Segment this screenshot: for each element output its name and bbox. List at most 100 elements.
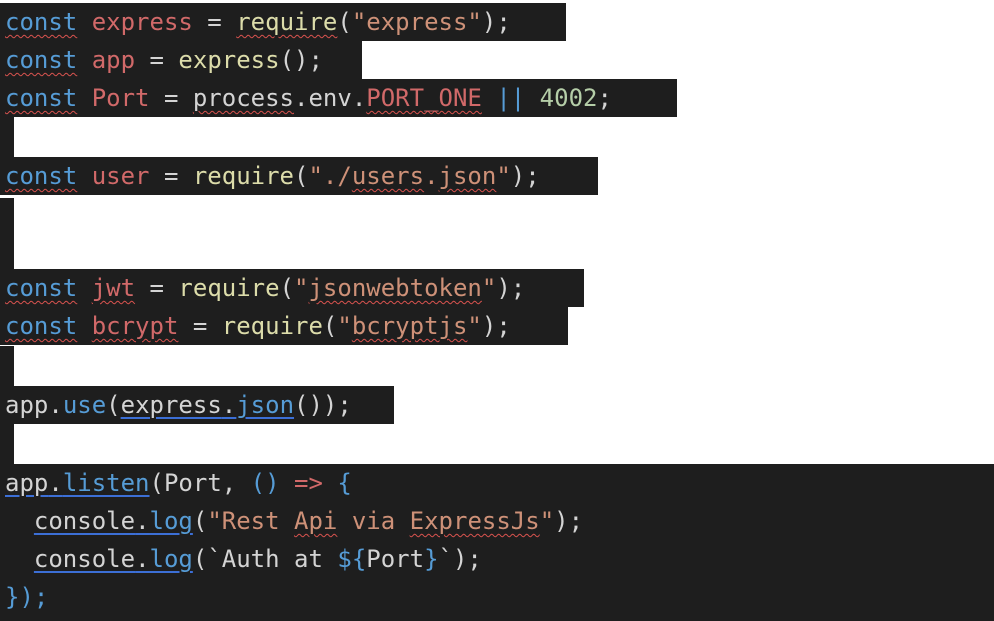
code-token: ( bbox=[294, 162, 309, 190]
code-token: console bbox=[33, 545, 136, 573]
code-token: PORT_ONE bbox=[366, 84, 482, 112]
code-token: }); bbox=[5, 583, 49, 611]
code-token: . bbox=[424, 162, 439, 190]
code-token: const bbox=[5, 312, 78, 340]
code-token: => bbox=[279, 469, 338, 497]
code-token: } bbox=[424, 545, 439, 573]
code-token: express bbox=[178, 46, 280, 74]
code-token: "Rest bbox=[207, 507, 295, 535]
code-token: ); bbox=[496, 274, 526, 302]
code-token: use bbox=[62, 391, 107, 419]
code-line[interactable]: app.listen(Port, () => { bbox=[0, 464, 994, 502]
code-token: ( bbox=[149, 469, 164, 497]
code-line[interactable]: const app = express(); bbox=[0, 41, 362, 79]
code-token: (); bbox=[279, 46, 323, 74]
code-token: ); bbox=[481, 8, 511, 36]
code-token: jwt bbox=[91, 274, 136, 302]
code-token: " bbox=[294, 274, 309, 302]
code-token: Api bbox=[294, 507, 338, 535]
code-line[interactable]: const bcrypt = require("bcryptjs"); bbox=[0, 307, 568, 345]
code-line[interactable]: const Port = process.env.PORT_ONE || 400… bbox=[0, 79, 677, 117]
code-token: 4002 bbox=[539, 84, 598, 112]
code-token: ( bbox=[279, 274, 295, 302]
code-token: listen bbox=[62, 469, 150, 497]
code-token: " bbox=[496, 162, 511, 190]
code-token: () bbox=[250, 469, 280, 497]
empty-line-bar bbox=[0, 346, 14, 386]
code-token: ( bbox=[192, 545, 208, 573]
empty-line-bar bbox=[0, 198, 14, 270]
code-token: { bbox=[337, 469, 352, 497]
code-token: Port bbox=[91, 84, 150, 112]
code-token: bcrypt bbox=[91, 312, 179, 340]
code-token: " bbox=[481, 274, 497, 302]
code-token: " bbox=[539, 507, 555, 535]
code-token: log bbox=[149, 545, 193, 573]
code-line[interactable]: app.use(express.json()); bbox=[0, 386, 394, 424]
code-token: = bbox=[178, 312, 222, 340]
code-token: ()); bbox=[294, 391, 352, 419]
code-token: ( bbox=[192, 507, 208, 535]
code-token: app bbox=[5, 391, 49, 419]
code-token: ( bbox=[322, 312, 338, 340]
code-token: express bbox=[91, 8, 193, 36]
code-token: json bbox=[438, 162, 497, 190]
code-line[interactable]: console.log(`Auth at ${Port}`); bbox=[0, 540, 994, 578]
code-token: . bbox=[48, 391, 63, 419]
code-token: Port bbox=[163, 469, 222, 497]
code-token: ` bbox=[438, 545, 453, 573]
code-token: . bbox=[48, 469, 63, 497]
code-line[interactable]: console.log("Rest Api via ExpressJs"); bbox=[0, 502, 994, 540]
code-editor[interactable]: const express = require("express"); cons… bbox=[0, 0, 994, 621]
code-token: `Auth at bbox=[207, 545, 338, 573]
code-token: user bbox=[91, 162, 150, 190]
empty-line-bar bbox=[0, 116, 14, 160]
code-token: ); bbox=[510, 162, 540, 190]
code-line[interactable]: const user = require("./users.json"); bbox=[0, 157, 598, 195]
code-token: ); bbox=[481, 312, 511, 340]
code-token: bcryptjs bbox=[351, 312, 468, 340]
code-token: = bbox=[149, 162, 193, 190]
code-token: const bbox=[5, 8, 78, 36]
code-token: || bbox=[481, 84, 540, 112]
code-token: via bbox=[337, 507, 410, 535]
code-token: ); bbox=[554, 507, 584, 535]
code-token: . bbox=[135, 545, 150, 573]
code-token: const bbox=[5, 46, 78, 74]
code-token: require bbox=[236, 8, 338, 36]
code-line[interactable]: const express = require("express"); bbox=[0, 3, 566, 41]
code-token: Port bbox=[366, 545, 425, 573]
code-token: ( bbox=[337, 8, 352, 36]
code-token: console bbox=[33, 507, 136, 535]
code-token: . bbox=[294, 84, 309, 112]
code-token: " bbox=[467, 312, 482, 340]
code-token: ExpressJs bbox=[409, 507, 540, 535]
code-token: env bbox=[308, 84, 352, 112]
code-token: " bbox=[337, 312, 352, 340]
code-token: const bbox=[5, 274, 78, 302]
code-token: = bbox=[192, 8, 237, 36]
code-token: jsonwebtoken bbox=[308, 274, 482, 302]
code-token: = bbox=[149, 84, 193, 112]
code-token: . bbox=[135, 507, 150, 535]
empty-line-bar bbox=[0, 424, 14, 464]
code-token: . bbox=[351, 84, 367, 112]
code-token: json bbox=[236, 391, 295, 419]
code-line[interactable]: const jwt = require("jsonwebtoken"); bbox=[0, 269, 584, 307]
code-token: require bbox=[178, 274, 280, 302]
code-token: const bbox=[5, 84, 78, 112]
code-token: ( bbox=[106, 391, 121, 419]
code-line[interactable]: }); bbox=[0, 578, 994, 621]
code-token: = bbox=[135, 274, 179, 302]
code-token: "./ bbox=[308, 162, 352, 190]
code-token: ); bbox=[452, 545, 482, 573]
code-token: require bbox=[221, 312, 323, 340]
code-token: app bbox=[5, 469, 49, 497]
